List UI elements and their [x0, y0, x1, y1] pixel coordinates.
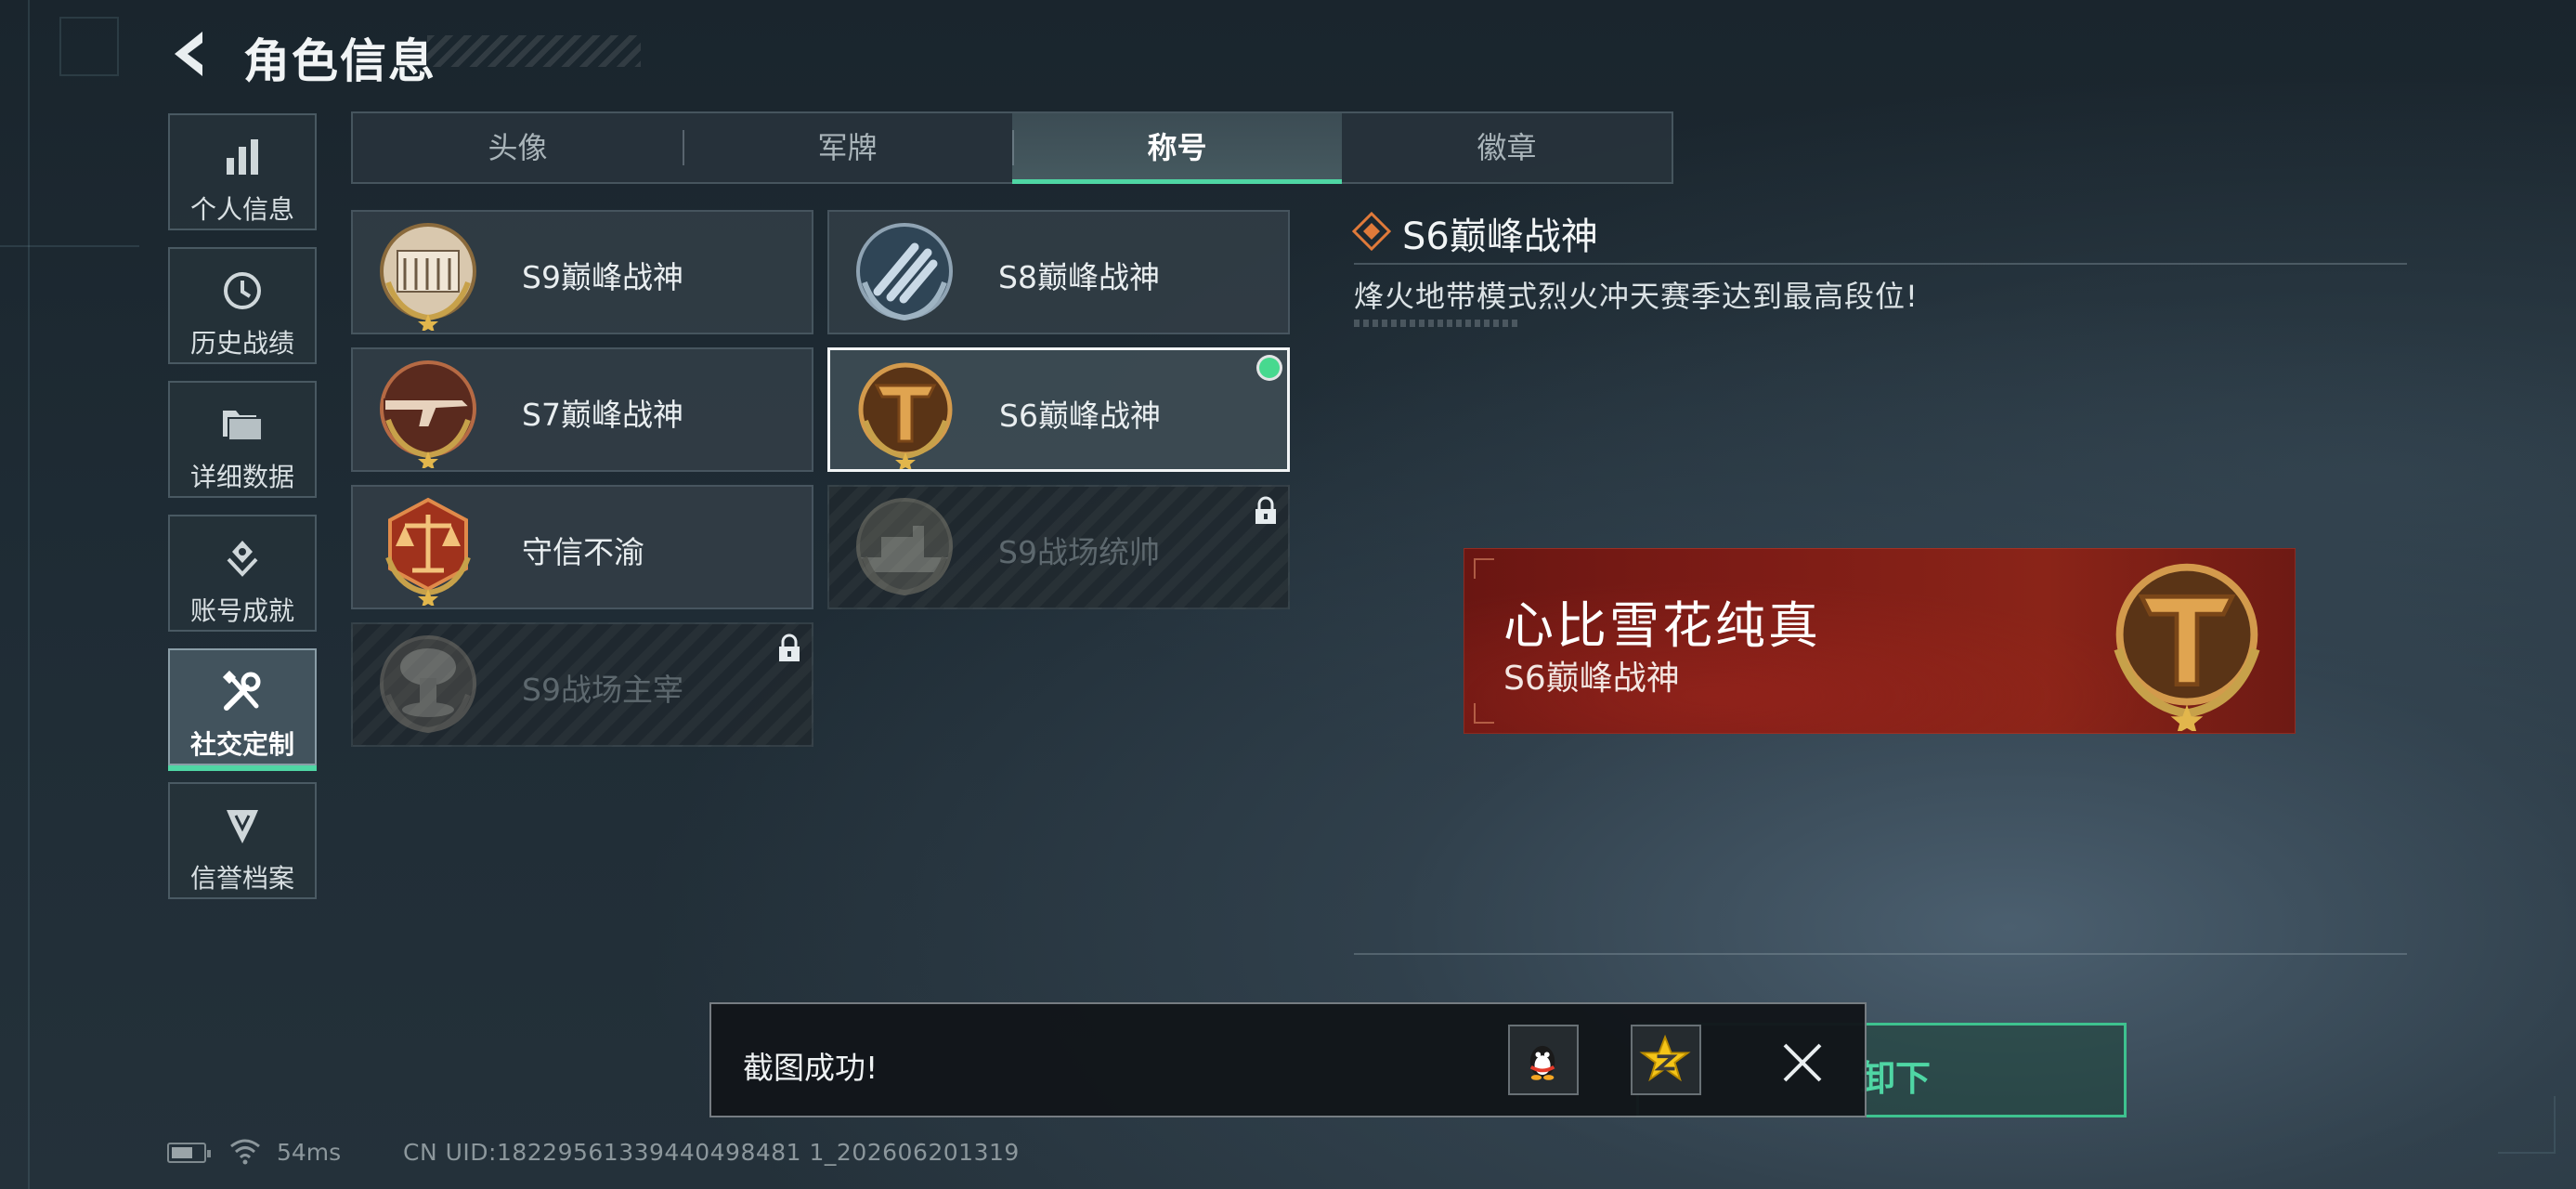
title-name: S8巅峰战神	[998, 259, 1160, 295]
tab-dog-tag[interactable]: 军牌	[683, 113, 1012, 182]
qzone-star-icon	[1639, 1034, 1691, 1082]
credit-shield-icon	[227, 810, 258, 843]
sidebar-item-social-custom[interactable]: 社交定制	[168, 648, 317, 771]
lock-icon	[1255, 496, 1276, 524]
title-diamond-icon	[1352, 212, 1391, 251]
share-qzone-button[interactable]	[1631, 1025, 1701, 1095]
title-card-s8-peak[interactable]: S8巅峰战神	[827, 210, 1290, 334]
title-name: S6巅峰战神	[999, 398, 1161, 434]
page-title: 角色信息	[243, 34, 436, 88]
sidebar-item-label: 账号成就	[189, 595, 294, 626]
sidebar-item-label: 社交定制	[189, 729, 294, 760]
mushroom-cloud-emblem-icon	[380, 635, 476, 734]
ping-readout: 54ms	[277, 1139, 342, 1166]
detail-description: 烽火地带模式烈火冲天赛季达到最高段位!	[1354, 279, 1919, 314]
equipped-indicator	[1259, 358, 1280, 378]
title-card-trustworthy[interactable]: 守信不渝	[351, 485, 813, 609]
t-shield-emblem-icon	[858, 362, 953, 469]
title-card-s9-commander[interactable]: S9战场统帅	[827, 485, 1290, 609]
history-clock-icon	[224, 272, 261, 309]
achievement-icon	[227, 541, 258, 577]
title-name: S9战场统帅	[998, 534, 1160, 570]
title-name: S9战场主宰	[522, 672, 683, 708]
sidebar-item-label: 历史战绩	[189, 328, 294, 359]
decorative-corner	[59, 17, 119, 76]
sidebar-item-detailed-data[interactable]: 详细数据	[168, 381, 317, 498]
tools-icon	[222, 671, 261, 711]
share-qq-button[interactable]	[1508, 1025, 1579, 1095]
folder-icon	[223, 411, 263, 441]
nameplate-corner	[1474, 558, 1494, 579]
sidebar-item-label: 个人信息	[189, 194, 294, 225]
detail-decoration	[1354, 320, 1521, 327]
tab-avatar[interactable]: 头像	[353, 113, 683, 182]
toast-message: 截图成功!	[743, 1050, 878, 1086]
sidebar-item-label: 信誉档案	[189, 863, 294, 894]
fortress-emblem-icon	[380, 223, 476, 331]
sidebar-item-match-history[interactable]: 历史战绩	[168, 247, 317, 364]
title-card-s9-peak[interactable]: S9巅峰战神	[351, 210, 813, 334]
screenshot-toast: 截图成功!	[709, 1002, 1867, 1117]
qq-penguin-icon	[1529, 1045, 1555, 1080]
nameplate-title: S6巅峰战神	[1503, 660, 1680, 698]
sidebar-item-achievements[interactable]: 账号成就	[168, 515, 317, 632]
sidebar-item-credit-record[interactable]: 信誉档案	[168, 782, 317, 899]
tab-title[interactable]: 称号	[1012, 113, 1342, 184]
wifi-icon	[230, 1139, 260, 1165]
scales-emblem-icon	[385, 497, 471, 606]
sidebar-item-label: 详细数据	[189, 462, 294, 492]
decorative-frame-line	[0, 245, 139, 247]
sidebar-item-personal-info[interactable]: 个人信息	[168, 113, 317, 230]
player-name: 心比雪花纯真	[1503, 596, 1821, 655]
user-uid: CN UID:18229561339440498481 1_2026062013…	[403, 1139, 1020, 1166]
title-decoration	[427, 35, 641, 67]
title-card-s6-peak[interactable]: S6巅峰战神	[827, 347, 1290, 472]
title-name: 守信不渝	[522, 534, 644, 570]
rifle-emblem-icon	[380, 360, 476, 468]
title-card-s7-peak[interactable]: S7巅峰战神	[351, 347, 813, 472]
t-shield-emblem-icon	[2114, 563, 2260, 731]
nameplate-preview: 心比雪花纯真 S6巅峰战神	[1464, 548, 2296, 734]
warship-emblem-icon	[856, 498, 953, 596]
title-name: S7巅峰战神	[522, 397, 683, 433]
blue-stripes-emblem-icon	[856, 223, 953, 321]
category-tabs: 头像 军牌 称号 徽章	[351, 111, 1673, 184]
battery-icon	[167, 1143, 211, 1163]
close-icon[interactable]	[1781, 1041, 1824, 1084]
decorative-corner	[2498, 1096, 2556, 1154]
title-card-s9-dominator[interactable]: S9战场主宰	[351, 622, 813, 747]
lock-icon	[779, 634, 800, 661]
tab-badge[interactable]: 徽章	[1342, 113, 1672, 182]
back-arrow-icon[interactable]	[165, 28, 214, 80]
detail-title: S6巅峰战神	[1402, 216, 1598, 258]
unequip-label: 卸下	[1859, 1058, 1931, 1099]
bar-chart-icon	[227, 139, 258, 175]
divider	[1354, 263, 2407, 265]
nameplate-corner	[1474, 703, 1494, 724]
decorative-frame-line	[28, 0, 30, 1189]
title-name: S9巅峰战神	[522, 259, 683, 295]
